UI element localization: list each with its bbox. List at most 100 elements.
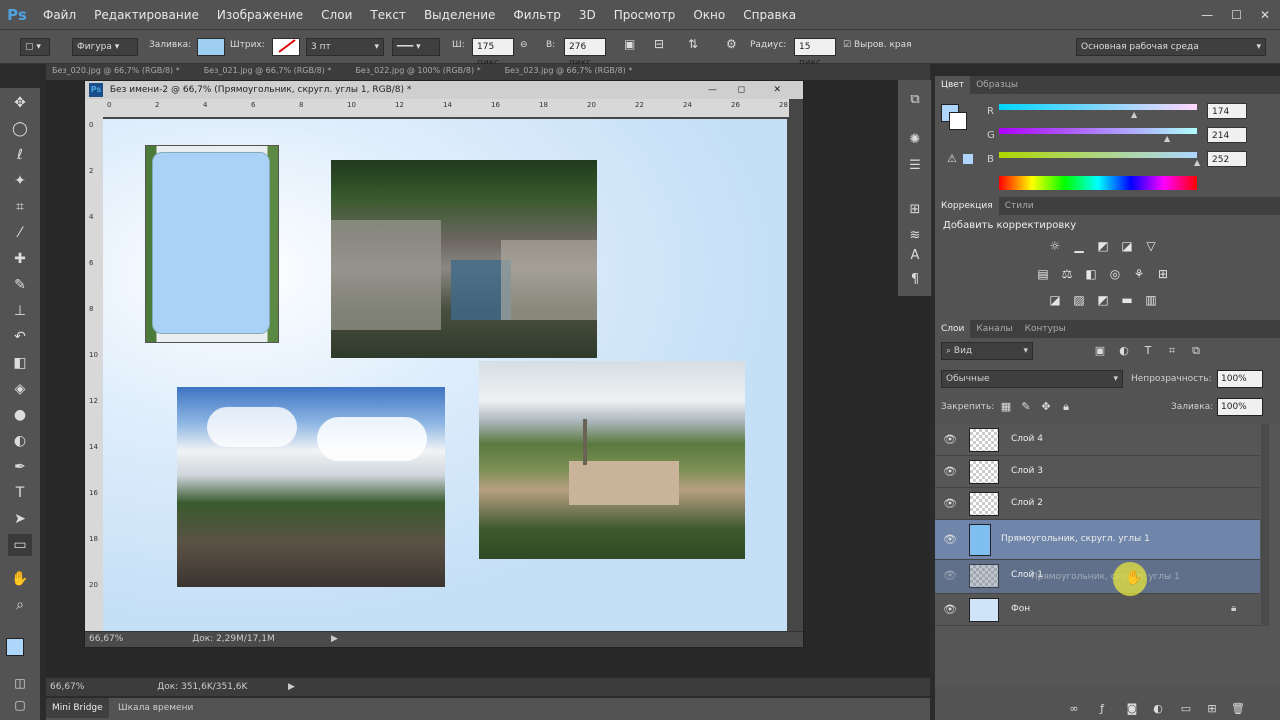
- paint-bucket-tool-icon[interactable]: ◈: [8, 378, 32, 400]
- filter-adjustment-icon[interactable]: ◐: [1117, 344, 1131, 358]
- selective-color-icon[interactable]: ▥: [1143, 292, 1159, 308]
- doc-tab-3[interactable]: Без_022.jpg @ 100% (RGB/8) *: [349, 64, 498, 80]
- layer-row[interactable]: 👁︎ Фон 🔒︎: [935, 594, 1260, 626]
- rounded-rect-photo-frame[interactable]: [145, 145, 279, 343]
- photo-old-town-river[interactable]: [331, 160, 597, 358]
- menu-type[interactable]: Текст: [361, 0, 415, 30]
- navigator-panel-icon[interactable]: ✺: [904, 130, 926, 150]
- hue-saturation-icon[interactable]: ▤: [1035, 266, 1051, 282]
- doc-tab-4[interactable]: Без_023.jpg @ 66,7% (RGB/8) *: [499, 64, 651, 80]
- path-arrangement-icon[interactable]: ⇅: [688, 37, 698, 51]
- color-lookup-icon[interactable]: ⊞: [1155, 266, 1171, 282]
- stroke-width-field[interactable]: 3 пт ▾: [306, 38, 384, 56]
- gear-icon[interactable]: ⚙: [726, 37, 737, 51]
- layer-name[interactable]: Слой 4: [1011, 434, 1043, 444]
- brightness-contrast-icon[interactable]: ☼: [1047, 238, 1063, 254]
- minimize-button[interactable]: —: [1201, 8, 1213, 22]
- menu-select[interactable]: Выделение: [415, 0, 504, 30]
- vibrance-icon[interactable]: ▽: [1143, 238, 1159, 254]
- link-icon[interactable]: ⊖: [520, 40, 528, 50]
- tab-paths[interactable]: Контуры: [1019, 320, 1072, 338]
- color-spectrum-ramp[interactable]: [999, 176, 1197, 190]
- doc-close-button[interactable]: ✕: [773, 81, 781, 99]
- workspace-select[interactable]: Основная рабочая среда ▾: [1076, 38, 1266, 56]
- visibility-eye-icon[interactable]: 👁︎: [943, 569, 957, 583]
- doc-info-arrow-icon[interactable]: ▶: [331, 632, 338, 647]
- history-brush-tool-icon[interactable]: ↶: [8, 326, 32, 348]
- character-panel-icon[interactable]: A: [904, 246, 926, 266]
- filter-smart-object-icon[interactable]: ⧉: [1189, 344, 1203, 358]
- lock-all-icon[interactable]: 🔒︎: [1059, 400, 1073, 414]
- layer-style-icon[interactable]: ƒ: [1095, 702, 1109, 716]
- path-operations-icon[interactable]: ▣: [624, 37, 635, 51]
- fill-input[interactable]: 100%: [1217, 398, 1263, 416]
- menu-image[interactable]: Изображение: [208, 0, 312, 30]
- gradient-map-icon[interactable]: ▬: [1119, 292, 1135, 308]
- screen-mode-icon[interactable]: ▢: [8, 694, 32, 716]
- layer-row[interactable]: 👁︎ Слой 1 Прямоугольник, скругл. углы 1: [935, 560, 1260, 594]
- doc-tab-2[interactable]: Без_021.jpg @ 66,7% (RGB/8) *: [198, 64, 350, 80]
- status-arrow-icon[interactable]: ▶: [288, 678, 295, 696]
- lock-transparency-icon[interactable]: ▦: [999, 400, 1013, 414]
- exposure-icon[interactable]: ◪: [1119, 238, 1135, 254]
- zoom-tool-icon[interactable]: ⌕: [8, 594, 32, 616]
- menu-view[interactable]: Просмотр: [605, 0, 685, 30]
- layer-row[interactable]: 👁︎ Слой 2: [935, 488, 1260, 520]
- pen-tool-icon[interactable]: ✒: [8, 456, 32, 478]
- threshold-icon[interactable]: ◩: [1095, 292, 1111, 308]
- color-balance-icon[interactable]: ⚖: [1059, 266, 1075, 282]
- doc-minimize-button[interactable]: —: [708, 81, 717, 99]
- visibility-eye-icon[interactable]: 👁︎: [943, 603, 957, 617]
- properties-panel-icon[interactable]: ⊞: [904, 200, 926, 220]
- visibility-eye-icon[interactable]: 👁︎: [943, 497, 957, 511]
- width-input[interactable]: 175 пикс: [472, 38, 514, 68]
- clone-stamp-tool-icon[interactable]: ⊥: [8, 300, 32, 322]
- visibility-eye-icon[interactable]: 👁︎: [943, 433, 957, 447]
- brush-tool-icon[interactable]: ✎: [8, 274, 32, 296]
- doc-maximize-button[interactable]: ◻: [738, 81, 745, 99]
- channel-b-input[interactable]: 252: [1207, 151, 1247, 167]
- layer-row[interactable]: 👁︎ Слой 4: [935, 424, 1260, 456]
- posterize-icon[interactable]: ▨: [1071, 292, 1087, 308]
- layers-scrollbar[interactable]: [1261, 424, 1269, 626]
- photo-filter-icon[interactable]: ◎: [1107, 266, 1123, 282]
- add-mask-icon[interactable]: ◙: [1125, 702, 1139, 716]
- tab-color[interactable]: Цвет: [935, 76, 971, 94]
- align-edges-checkbox[interactable]: ☑ Выров. края: [843, 40, 912, 50]
- tab-swatches[interactable]: Образцы: [970, 76, 1024, 94]
- rounded-rectangle-shape[interactable]: [152, 152, 270, 334]
- blur-tool-icon[interactable]: ●: [8, 404, 32, 426]
- channel-mixer-icon[interactable]: ⚘: [1131, 266, 1147, 282]
- history-panel-icon[interactable]: ⧉: [904, 90, 926, 110]
- quick-mask-icon[interactable]: ◫: [8, 672, 32, 694]
- dodge-tool-icon[interactable]: ◐: [8, 430, 32, 452]
- lock-position-icon[interactable]: ✥: [1039, 400, 1053, 414]
- eraser-tool-icon[interactable]: ◧: [8, 352, 32, 374]
- photo-abbey-valley[interactable]: [479, 361, 745, 559]
- path-selection-tool-icon[interactable]: ➤: [8, 508, 32, 530]
- new-group-icon[interactable]: ▭: [1179, 702, 1193, 716]
- fill-swatch[interactable]: [197, 38, 225, 56]
- healing-brush-tool-icon[interactable]: ✚: [8, 248, 32, 270]
- menu-layer[interactable]: Слои: [312, 0, 361, 30]
- lasso-tool-icon[interactable]: ℓ: [8, 144, 32, 166]
- rounded-rectangle-tool-icon[interactable]: ▭: [8, 534, 32, 556]
- move-tool-icon[interactable]: ✥: [8, 92, 32, 114]
- slider-g-thumb[interactable]: ▲: [1164, 134, 1170, 143]
- link-layers-icon[interactable]: ∞: [1067, 702, 1081, 716]
- tab-layers[interactable]: Слои: [935, 320, 971, 338]
- shape-mode-select[interactable]: Фигура ▾: [72, 38, 138, 56]
- menu-filter[interactable]: Фильтр: [504, 0, 569, 30]
- tab-styles[interactable]: Стили: [999, 197, 1040, 215]
- foreground-color-swatch[interactable]: [6, 638, 24, 656]
- paragraph-panel-icon[interactable]: ¶: [904, 270, 926, 290]
- layer-filter-select[interactable]: ⌕ Вид ▾: [941, 342, 1033, 360]
- tab-channels[interactable]: Каналы: [970, 320, 1018, 338]
- tab-adjustments[interactable]: Коррекция: [935, 197, 999, 215]
- layer-row[interactable]: 👁︎ Слой 3: [935, 456, 1260, 488]
- slider-r[interactable]: [999, 104, 1197, 110]
- lock-pixels-icon[interactable]: ✎: [1019, 400, 1033, 414]
- crop-tool-icon[interactable]: ⌗: [8, 196, 32, 218]
- channel-r-input[interactable]: 174: [1207, 103, 1247, 119]
- eyedropper-tool-icon[interactable]: ⁄: [8, 222, 32, 244]
